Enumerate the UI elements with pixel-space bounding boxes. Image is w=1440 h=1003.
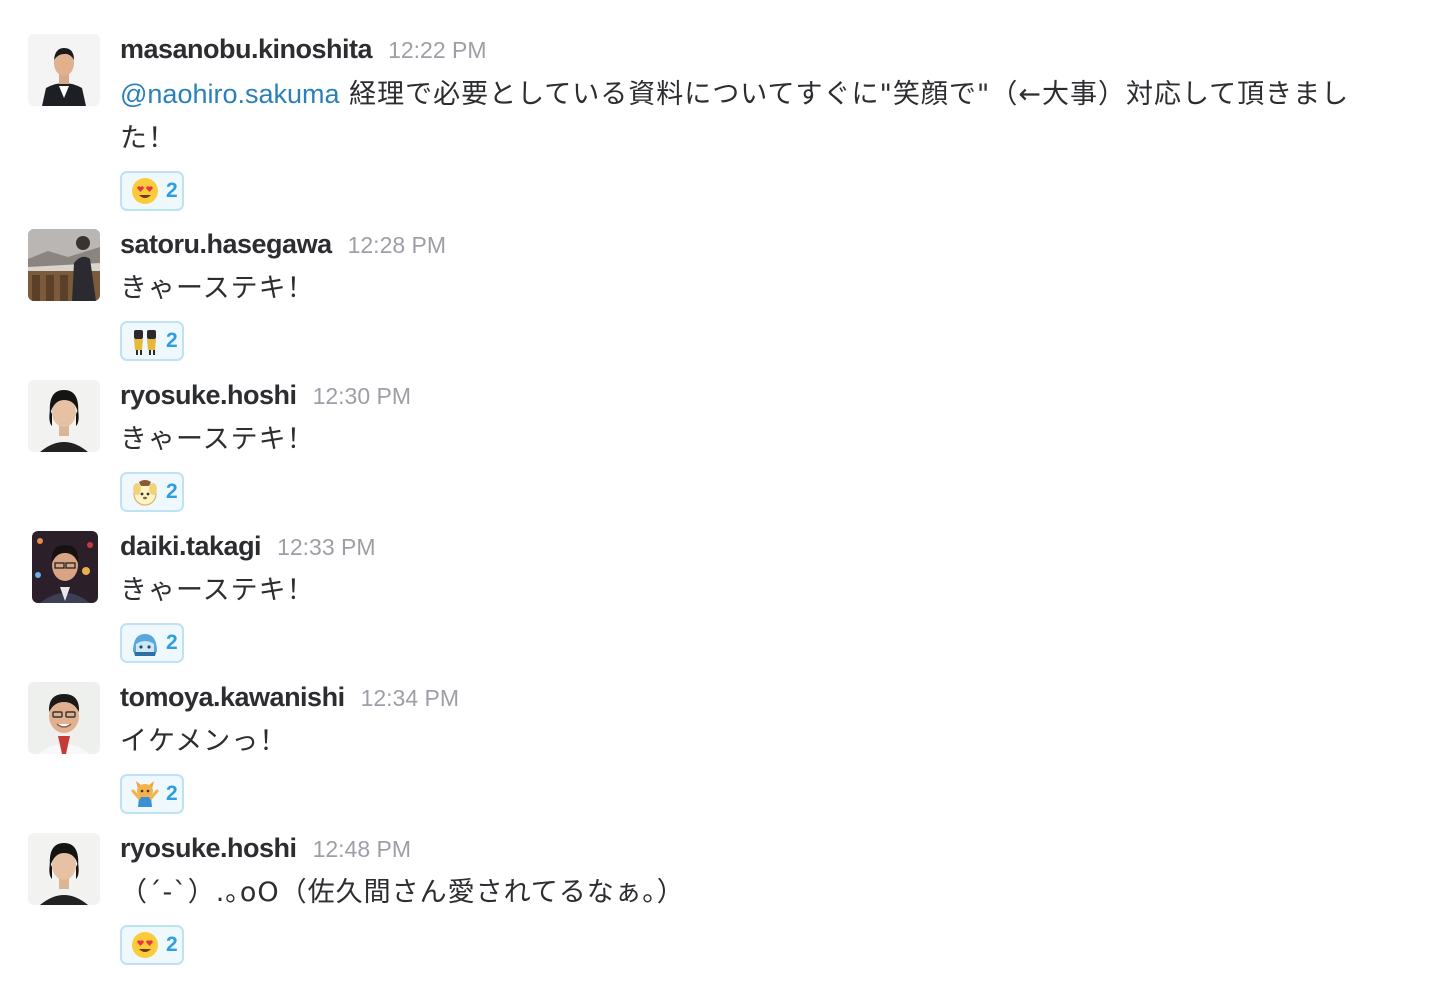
reaction-count: 2	[166, 480, 178, 503]
timestamp[interactable]: 12:30 PM	[313, 383, 411, 410]
avatar[interactable]	[32, 531, 98, 603]
heart-eyes-emoji-icon	[132, 932, 158, 958]
reaction-button[interactable]: 2	[120, 171, 184, 211]
sender-name[interactable]: ryosuke.hoshi	[120, 380, 297, 411]
blue-character-emoji-icon	[133, 634, 157, 656]
pompom-dog-emoji-icon	[133, 480, 157, 506]
sender-name[interactable]: tomoya.kawanishi	[120, 682, 345, 713]
avatar[interactable]	[28, 833, 100, 905]
timestamp[interactable]: 12:48 PM	[313, 836, 411, 863]
message-body: （´-`）.｡oO（佐久間さん愛されてるなぁ。）	[120, 877, 685, 908]
sender-name[interactable]: masanobu.kinoshita	[120, 34, 373, 65]
sender-name[interactable]: satoru.hasegawa	[120, 229, 332, 260]
reaction-count: 2	[166, 179, 178, 202]
message-body: きゃーステキ！	[120, 424, 315, 455]
reaction-count: 2	[166, 329, 178, 352]
reaction-button[interactable]: 2	[120, 472, 184, 512]
reaction-count: 2	[166, 631, 178, 654]
message-body: きゃーステキ！	[120, 575, 315, 606]
message-text: @naohiro.sakuma 経理で必要としている資料についてすぐに"笑顔で"…	[120, 72, 1390, 161]
avatar[interactable]	[28, 380, 100, 452]
timestamp[interactable]: 12:33 PM	[277, 534, 375, 561]
reaction-button[interactable]: 2	[120, 623, 184, 663]
reaction-button[interactable]: 2	[120, 774, 184, 814]
avatar[interactable]	[28, 682, 100, 754]
cheering-cat-emoji-icon	[131, 781, 159, 807]
timestamp[interactable]: 12:22 PM	[388, 37, 486, 64]
avatar[interactable]	[28, 34, 100, 106]
timestamp[interactable]: 12:28 PM	[348, 232, 446, 259]
sender-name[interactable]: ryosuke.hoshi	[120, 833, 297, 864]
reaction-count: 2	[166, 933, 178, 956]
message-body: きゃーステキ！	[120, 273, 315, 304]
reaction-count: 2	[166, 782, 178, 805]
dancers-emoji-icon	[134, 330, 156, 355]
avatar[interactable]	[28, 229, 100, 301]
reaction-button[interactable]: 2	[120, 925, 184, 965]
message-feed: masanobu.kinoshita 12:22 PM @naohiro.sak…	[0, 0, 1440, 1003]
sender-name[interactable]: daiki.takagi	[120, 531, 262, 562]
user-mention[interactable]: @naohiro.sakuma	[120, 79, 340, 109]
message-body: イケメンっ！	[120, 726, 288, 757]
heart-eyes-emoji-icon	[132, 178, 158, 204]
reaction-button[interactable]: 2	[120, 321, 184, 361]
timestamp[interactable]: 12:34 PM	[361, 685, 459, 712]
